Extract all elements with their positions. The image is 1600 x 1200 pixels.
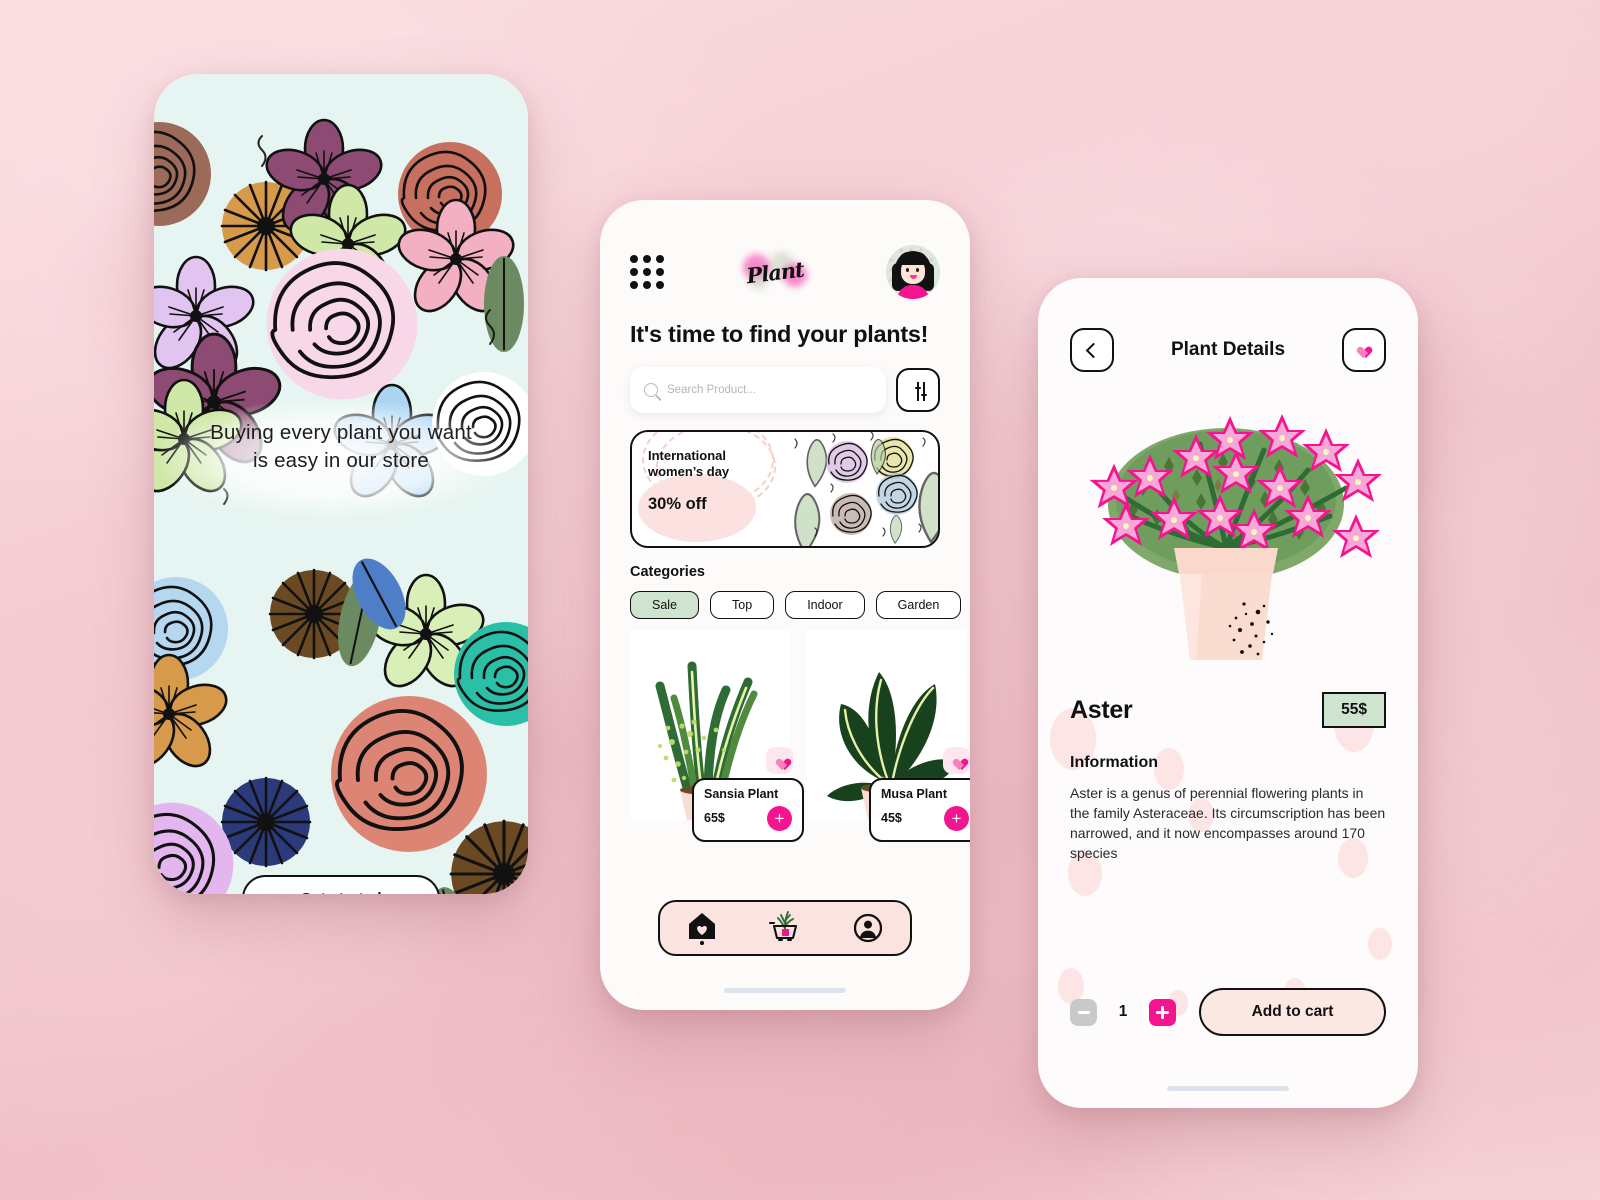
grid-menu-icon[interactable] [630, 255, 664, 289]
phone-plant-details: Plant Details Aster 55$ Information Aste… [1038, 278, 1418, 1108]
favorite-button[interactable] [1341, 328, 1386, 372]
tab-home[interactable] [674, 908, 730, 948]
banner-text-side: International women’s day 30% off [632, 431, 785, 546]
add-to-cart-button[interactable]: Add to cart [1199, 988, 1386, 1036]
information-heading: Information [1070, 754, 1158, 771]
search-input[interactable]: Search Product... [630, 366, 886, 413]
heart-icon [950, 754, 964, 767]
category-chip-sale[interactable]: Sale [630, 590, 700, 619]
product-card-sansia[interactable]: Sansia Plant 65$ + [630, 629, 804, 842]
favorite-button-musa[interactable] [943, 746, 970, 774]
cart-plant-icon [768, 911, 798, 942]
purchase-row: 1 Add to cart [1070, 988, 1386, 1036]
banner-line-2: women’s day [648, 464, 730, 480]
category-chip-top[interactable]: Top [710, 590, 775, 619]
headline-line-1: Buying every plant you want [210, 421, 472, 444]
category-chip-garden[interactable]: Garden [875, 590, 962, 619]
categories-heading: Categories [630, 563, 705, 580]
logo-text: Plant [745, 256, 805, 288]
home-header: Plant [630, 245, 940, 299]
phone-onboarding: Buying every plant you want is easy in o… [154, 74, 528, 894]
home-heart-icon [688, 913, 715, 945]
product-price: 65$ [704, 811, 725, 826]
banner-line-1: International [648, 447, 727, 463]
avatar-eye-left [906, 268, 909, 272]
plant-name: Aster [1070, 695, 1133, 724]
headline-line-2: is easy in our store [252, 449, 430, 473]
increment-button[interactable] [1149, 998, 1176, 1026]
product-name: Sansia Plant [704, 786, 779, 801]
category-chip-list: Sale Top Indoor Garden [630, 590, 962, 619]
bottom-tab-bar [658, 900, 912, 956]
get-started-button[interactable]: Get started [242, 875, 440, 894]
avatar[interactable] [886, 245, 940, 299]
favorite-button-sansia[interactable] [766, 746, 793, 774]
banner-title: International women’s day [648, 448, 785, 481]
heart-icon [773, 754, 787, 767]
tab-profile[interactable] [840, 908, 896, 948]
filter-sliders-icon[interactable] [896, 367, 940, 412]
search-icon [644, 382, 658, 397]
heart-icon [1354, 342, 1373, 359]
onboarding-headline: Buying every plant you want is easy in o… [154, 419, 528, 476]
details-header: Plant Details [1070, 328, 1386, 372]
search-placeholder: Search Product... [667, 383, 756, 396]
phone-home: Plant It's time to find your plants! Sea… [600, 200, 970, 1010]
page-title: Plant Details [1170, 339, 1286, 360]
information-body: Aster is a genus of perennial flowering … [1070, 785, 1386, 861]
avatar-eye-right [916, 268, 919, 272]
add-to-cart-button-sansia[interactable]: + [767, 805, 792, 831]
banner-flower-illustration [785, 431, 938, 546]
decrement-button[interactable] [1070, 998, 1097, 1026]
app-logo: Plant [741, 251, 809, 293]
product-price: 45$ [881, 811, 902, 826]
price-badge: 55$ [1322, 692, 1386, 728]
banner-discount: 30% off [648, 495, 707, 514]
avatar-bangs [899, 252, 927, 265]
plant-hero-image [1070, 378, 1386, 678]
product-card-musa[interactable]: Musa Plant 45$ + [807, 629, 970, 842]
page-title: It's time to find your plants! [630, 321, 929, 347]
plant-name-row: Aster 55$ [1070, 692, 1386, 728]
category-chip-indoor[interactable]: Indoor [785, 590, 865, 619]
profile-icon [854, 913, 883, 943]
product-info-sansia: Sansia Plant 65$ + [692, 777, 804, 842]
home-indicator [1167, 1086, 1289, 1091]
home-indicator [724, 988, 846, 993]
back-button[interactable] [1070, 328, 1114, 372]
promo-banner[interactable]: International women’s day 30% off [630, 429, 940, 548]
add-to-cart-button-musa[interactable]: + [944, 805, 969, 831]
chevron-left-icon [1085, 342, 1102, 358]
search-row: Search Product... [630, 366, 940, 413]
quantity-value: 1 [1118, 1003, 1128, 1020]
product-list: Sansia Plant 65$ + Musa Plant 45$ + [630, 629, 970, 842]
tab-cart[interactable] [757, 908, 813, 948]
minus-icon [1077, 1010, 1090, 1014]
product-name: Musa Plant [881, 786, 947, 801]
product-info-musa: Musa Plant 45$ + [869, 777, 970, 842]
